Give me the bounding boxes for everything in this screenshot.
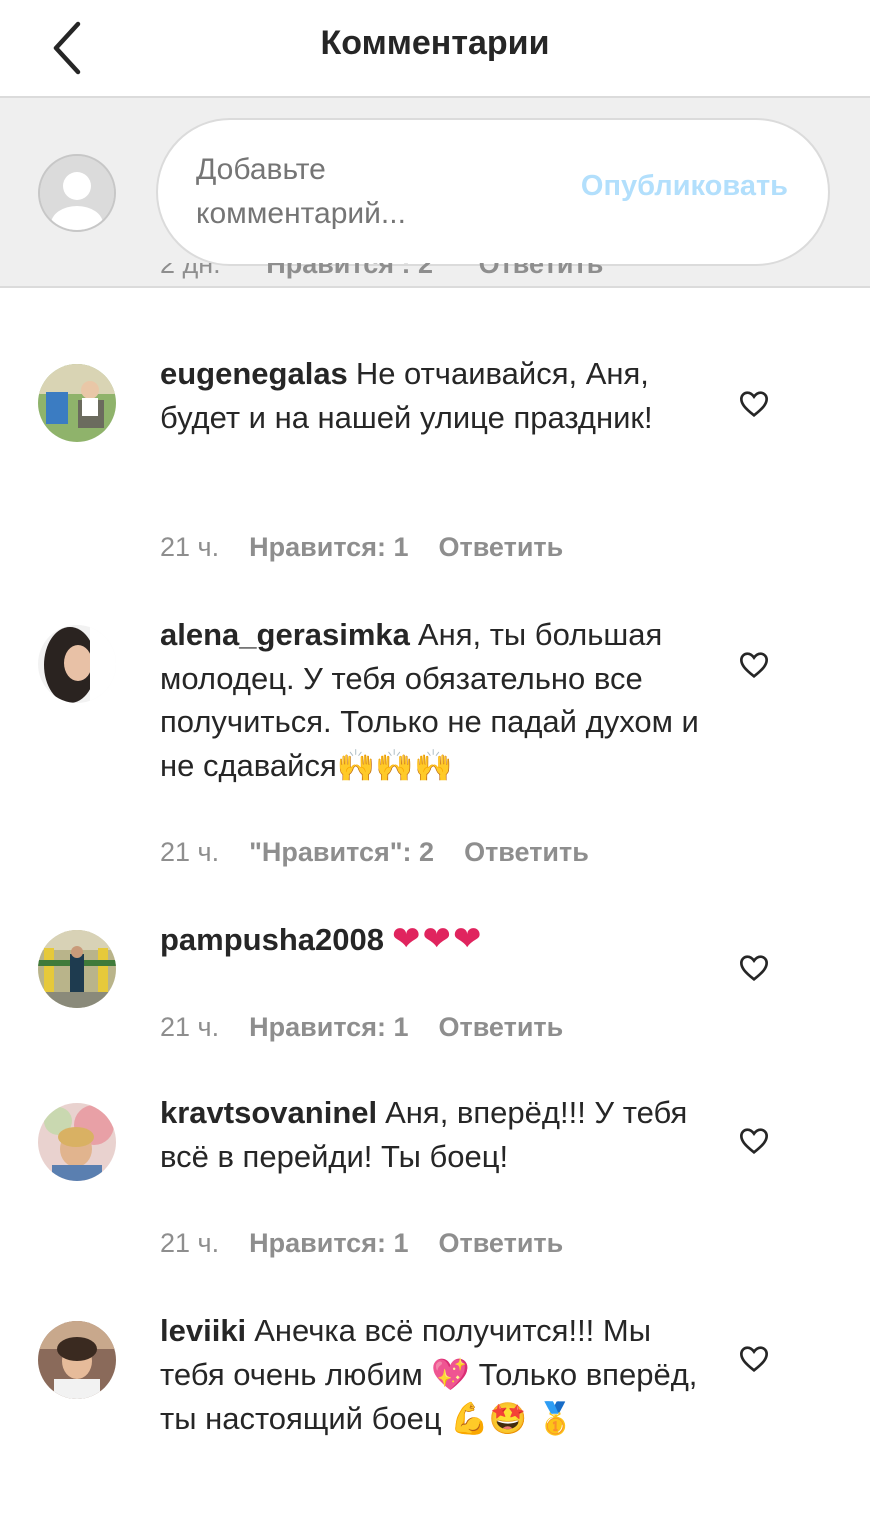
avatar[interactable] xyxy=(38,1103,116,1181)
comment-meta: 21 ч. Нравится: 1 Ответить xyxy=(160,1012,563,1043)
comment-meta: 21 ч. Нравится: 1 Ответить xyxy=(160,532,563,563)
reply-button[interactable]: Ответить xyxy=(479,263,604,279)
comment-meta: 21 ч. "Нравится": 2 Ответить xyxy=(160,837,589,868)
raised-hands-emoji: 🙌🙌🙌 xyxy=(336,747,453,784)
user-photo xyxy=(38,1321,116,1399)
user-photo xyxy=(38,930,116,1008)
comment-meta: 21 ч. Нравится: 1 Ответить xyxy=(160,1228,563,1259)
red-hearts-emoji: ❤❤❤ xyxy=(392,919,484,959)
current-user-avatar xyxy=(38,154,116,232)
page-title: Комментарии xyxy=(320,24,550,62)
heart-outline-icon xyxy=(739,955,769,982)
comment-like-button[interactable] xyxy=(738,649,770,681)
avatar[interactable] xyxy=(38,1321,116,1399)
comment-like-button[interactable] xyxy=(738,952,770,984)
medal-emoji: 🥇 xyxy=(536,1401,575,1437)
comment-username[interactable]: leviiki xyxy=(160,1313,246,1348)
comment-likes[interactable]: Нравится: 1 xyxy=(249,532,408,562)
heart-outline-icon xyxy=(739,391,769,418)
comment-time: 21 ч. xyxy=(160,532,220,562)
comment-username[interactable]: alena_gerasimka xyxy=(160,617,410,652)
publish-button[interactable]: Опубликовать xyxy=(581,170,788,203)
user-photo xyxy=(38,1103,116,1181)
comment-time: 21 ч. xyxy=(160,1012,220,1042)
reply-button[interactable]: Ответить xyxy=(438,1228,563,1258)
user-photo xyxy=(38,364,116,442)
comment-likes[interactable]: Нравится: 1 xyxy=(249,1012,408,1042)
comment-compose-bar: Опубликовать xyxy=(0,98,870,288)
comment-username[interactable]: pampusha2008 xyxy=(160,922,384,957)
comment-like-button[interactable] xyxy=(738,1343,770,1375)
muscle-star-eyes-emoji: 💪🤩 xyxy=(450,1401,528,1437)
comment-username[interactable]: eugenegalas xyxy=(160,356,348,391)
comment-body: leviiki Анечка всё получится!!! Мы тебя о… xyxy=(160,1309,720,1442)
reply-button[interactable]: Ответить xyxy=(464,837,589,867)
comment-time: 21 ч. xyxy=(160,1228,220,1258)
comment-like-button[interactable] xyxy=(738,388,770,420)
reply-button[interactable]: Ответить xyxy=(438,532,563,562)
comment-input-box[interactable]: Опубликовать xyxy=(156,118,830,266)
comment-body: kravtsovaninel Аня, вперёд!!! У тебя всё … xyxy=(160,1091,720,1178)
heart-outline-icon xyxy=(739,1346,769,1373)
reply-button[interactable]: Ответить xyxy=(438,1012,563,1042)
comment-input[interactable] xyxy=(196,148,516,240)
avatar[interactable] xyxy=(38,364,116,442)
heart-outline-icon xyxy=(739,652,769,679)
comment-likes[interactable]: Нравится: 1 xyxy=(249,1228,408,1258)
comment-body: eugenegalas Не отчаивайся, Аня, будет и н… xyxy=(160,352,720,439)
comment-like-button[interactable] xyxy=(738,1125,770,1157)
comment-time: 2 дн. xyxy=(160,263,221,279)
avatar[interactable] xyxy=(38,930,116,1008)
top-bar: Комментарии xyxy=(0,0,870,98)
clipped-comment-meta: 2 дн. Нравится : 2 Ответить xyxy=(160,263,641,300)
comment-body: pampusha2008 ❤❤❤ xyxy=(160,918,720,962)
comment-time: 21 ч. xyxy=(160,837,220,867)
comment-body: alena_gerasimka Аня, ты большая молодец. … xyxy=(160,613,720,788)
default-avatar-icon xyxy=(40,156,114,230)
comment-likes[interactable]: Нравится : 2 xyxy=(266,263,433,279)
heart-outline-icon xyxy=(739,1128,769,1155)
avatar[interactable] xyxy=(38,625,116,703)
comment-likes[interactable]: "Нравится": 2 xyxy=(249,837,434,867)
sparkling-heart-emoji: 💖 xyxy=(431,1356,471,1393)
comment-username[interactable]: kravtsovaninel xyxy=(160,1095,377,1130)
user-photo xyxy=(38,625,116,703)
